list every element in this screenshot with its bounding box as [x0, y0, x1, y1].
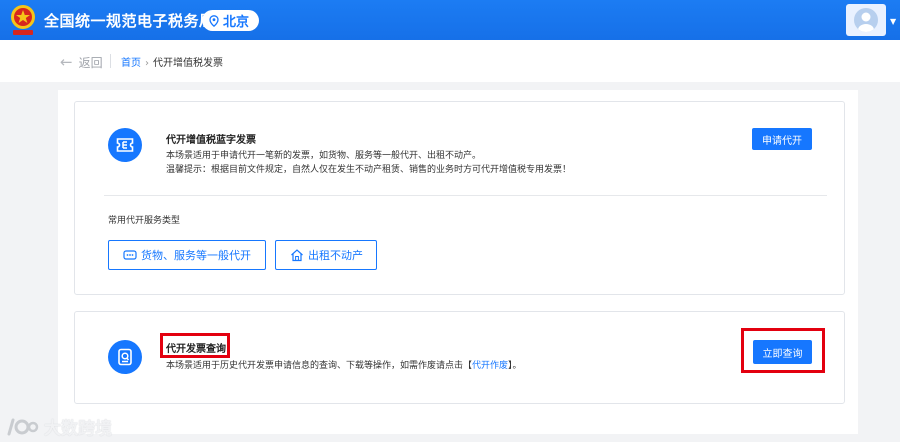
service-types-label: 常用代开服务类型 — [108, 216, 181, 226]
back-label: 返回 — [78, 55, 103, 70]
top-header: 全国统一规范电子税务局 北京 ▼ — [0, 0, 900, 40]
user-avatar-button[interactable] — [846, 4, 886, 36]
breadcrumb-bar: ← 返回 首页 › 代开增值税发票 — [0, 40, 900, 82]
breadcrumb-separator: › — [145, 58, 149, 69]
goods-service-button[interactable]: 货物、服务等一般代开 — [108, 240, 266, 270]
region-label: 北京 — [223, 15, 250, 30]
goods-service-label: 货物、服务等一般代开 — [141, 249, 251, 262]
rent-property-button[interactable]: 出租不动产 — [275, 240, 377, 270]
arrow-left-icon: ← — [60, 53, 73, 71]
goods-service-icon — [123, 250, 137, 260]
watermark-text: 大数跨境 — [44, 419, 112, 439]
crumb-divider — [110, 54, 111, 68]
query-document-icon — [108, 340, 142, 374]
region-selector[interactable]: 北京 — [202, 10, 259, 31]
watermark: 大数跨境 — [6, 414, 112, 439]
title-highlight-box — [160, 333, 230, 358]
watermark-logo-icon — [7, 418, 39, 435]
site-title[interactable]: 全国统一规范电子税务局 — [44, 10, 215, 31]
chevron-down-icon[interactable]: ▼ — [890, 17, 896, 26]
query-desc-suffix: 】。 — [508, 361, 522, 371]
rent-property-label: 出租不动产 — [308, 249, 363, 262]
breadcrumb-current: 代开增值税发票 — [153, 58, 223, 69]
breadcrumb-home-link[interactable]: 首页 — [121, 58, 141, 69]
avatar — [854, 8, 878, 32]
breadcrumb: 首页 › 代开增值税发票 — [121, 54, 223, 69]
query-card-description: 本场景适用于历史代开发票申请信息的查询、下载等操作，如需作废请点击【代开作废】。 — [166, 359, 522, 373]
blue-invoice-tip: 温馨提示：根据目前文件规定，自然人仅在发生不动产租赁、销售的业务时方可代开增值税… — [166, 165, 572, 175]
button-highlight-box — [741, 328, 825, 373]
apply-invoice-button[interactable]: 申请代开 — [752, 128, 812, 150]
invoice-ticket-icon — [108, 128, 142, 162]
user-icon — [858, 12, 874, 32]
house-icon — [291, 249, 303, 262]
back-button[interactable]: ← 返回 — [60, 53, 103, 71]
query-desc-prefix: 本场景适用于历史代开发票申请信息的查询、下载等操作，如需作废请点击【 — [166, 361, 473, 371]
tax-emblem-icon — [8, 3, 38, 37]
location-pin-icon — [209, 14, 219, 27]
card-divider — [104, 195, 827, 196]
blue-invoice-title: 代开增值税蓝字发票 — [166, 135, 256, 146]
blue-invoice-description: 本场景适用于申请代开一笔新的发票，如货物、服务等一般代开、出租不动产。 — [166, 151, 482, 161]
void-invoice-link[interactable]: 代开作废 — [472, 361, 508, 371]
